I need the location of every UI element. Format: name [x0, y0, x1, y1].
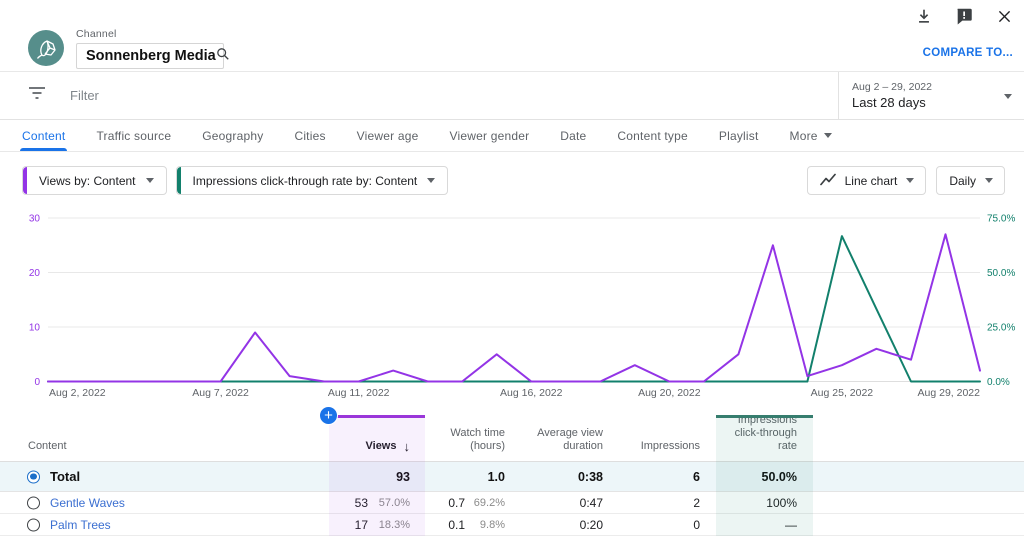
radio-icon[interactable]	[27, 518, 40, 531]
metric-chip-impressions-ctr[interactable]: Impressions click-through rate by: Conte…	[176, 166, 449, 195]
x-axis-label: Aug 2, 2022	[49, 387, 106, 399]
tab-traffic-source[interactable]: Traffic source	[96, 120, 171, 151]
y-axis-left-label: 10	[29, 323, 41, 334]
chevron-down-icon	[427, 178, 435, 183]
channel-avatar	[28, 30, 64, 66]
table-row-total: Total 93 1.0 0:38 6 50.0%	[0, 462, 1024, 492]
filter-bar: Filter Aug 2 – 29, 2022 Last 28 days	[0, 72, 1024, 120]
content-link[interactable]: Palm Trees	[50, 518, 111, 532]
total-label: Total	[50, 469, 80, 484]
y-axis-right-label: 50.0%	[987, 268, 1015, 279]
feedback-icon[interactable]	[954, 6, 974, 26]
x-axis-label: Aug 29, 2022	[918, 387, 981, 399]
total-ctr: 50.0%	[705, 470, 813, 484]
views-line	[48, 234, 980, 381]
line-chart-icon	[820, 173, 836, 189]
tab-content[interactable]: Content	[22, 120, 65, 151]
dimension-tabs: Content Traffic source Geography Cities …	[0, 120, 1024, 152]
radio-icon[interactable]	[27, 496, 40, 509]
close-icon[interactable]	[994, 6, 1014, 26]
filter-placeholder: Filter	[70, 88, 99, 103]
table-row: Gentle Waves 5357.0% 0.769.2% 0:47 2 100…	[0, 492, 1024, 514]
column-header-ctr[interactable]: Impressions click-through rate	[705, 414, 813, 453]
x-axis-label: Aug 7, 2022	[192, 387, 249, 399]
download-icon[interactable]	[914, 6, 934, 26]
analytics-chart[interactable]: 0 10 20 30 0.0% 25.0% 50.0% 75.0% Aug 2, 2022 Aug…	[0, 207, 1024, 400]
chart-type-selector[interactable]: Line chart	[807, 166, 927, 195]
date-preset-text: Last 28 days	[852, 95, 932, 110]
youtube-analytics-advanced-mode: Channel Sonnenberg Media COMPARE TO... F…	[0, 0, 1024, 536]
y-axis-left-label: 0	[34, 377, 40, 388]
channel-selector[interactable]: Sonnenberg Media	[76, 43, 224, 69]
sort-desc-icon: ↓	[404, 440, 411, 453]
y-axis-right-label: 25.0%	[987, 323, 1015, 334]
x-axis-label: Aug 11, 2022	[328, 387, 390, 399]
compare-to-link[interactable]: COMPARE TO...	[923, 47, 1013, 59]
tab-cities[interactable]: Cities	[294, 120, 325, 151]
table-row: Palm Trees 1718.3% 0.19.8% 0:20 0 —	[0, 514, 1024, 536]
chevron-down-icon	[146, 178, 154, 183]
total-impressions: 6	[608, 470, 705, 484]
tab-content-type[interactable]: Content type	[617, 120, 687, 151]
total-avg-view-duration: 0:38	[510, 470, 608, 484]
y-axis-left-label: 20	[29, 268, 41, 279]
total-watch-time: 1.0	[488, 470, 505, 484]
chevron-down-icon	[906, 178, 914, 183]
granularity-selector[interactable]: Daily	[936, 166, 1005, 195]
chart-controls: Views by: Content Impressions click-thro…	[0, 152, 1024, 207]
column-header-watch-time[interactable]: Watch time (hours)	[425, 427, 510, 453]
column-header-views[interactable]: Views ↓	[318, 440, 425, 453]
column-header-content[interactable]: Content	[0, 440, 318, 453]
tab-more[interactable]: More	[790, 120, 832, 151]
filter-input[interactable]: Filter	[0, 86, 838, 105]
chevron-down-icon	[824, 133, 832, 138]
tab-viewer-age[interactable]: Viewer age	[357, 120, 419, 151]
impressions-click-through-rate-line	[48, 236, 980, 381]
chevron-down-icon	[1004, 94, 1012, 99]
tab-geography[interactable]: Geography	[202, 120, 263, 151]
column-header-avg-view-duration[interactable]: Average view duration	[510, 427, 608, 453]
table-header-row: Content Views ↓ Watch time (hours) Avera…	[0, 415, 1024, 462]
column-header-impressions[interactable]: Impressions	[608, 440, 705, 453]
y-axis-left-label: 30	[29, 214, 41, 225]
tab-viewer-gender[interactable]: Viewer gender	[450, 120, 530, 151]
channel-name: Sonnenberg Media	[86, 48, 216, 64]
dialog-header: Channel Sonnenberg Media COMPARE TO...	[0, 0, 1024, 72]
y-axis-right-label: 0.0%	[987, 377, 1010, 388]
y-axis-right-label: 75.0%	[987, 214, 1015, 225]
date-range-selector[interactable]: Aug 2 – 29, 2022 Last 28 days	[838, 72, 1024, 120]
x-axis-label: Aug 25, 2022	[811, 387, 874, 399]
total-views: 93	[396, 470, 410, 484]
tab-playlist[interactable]: Playlist	[719, 120, 759, 151]
tab-date[interactable]: Date	[560, 120, 586, 151]
add-metric-button[interactable]: +	[319, 406, 338, 425]
channel-label: Channel	[76, 28, 224, 40]
radio-selected-icon[interactable]	[27, 470, 40, 483]
x-axis-label: Aug 16, 2022	[500, 387, 563, 399]
content-link[interactable]: Gentle Waves	[50, 496, 125, 510]
metrics-table: Content Views ↓ Watch time (hours) Avera…	[0, 415, 1024, 536]
date-range-text: Aug 2 – 29, 2022	[852, 81, 932, 93]
x-axis-label: Aug 20, 2022	[638, 387, 701, 399]
search-icon	[216, 47, 230, 66]
metric-chip-views[interactable]: Views by: Content	[22, 166, 167, 195]
filter-icon	[28, 86, 46, 105]
chevron-down-icon	[985, 178, 993, 183]
